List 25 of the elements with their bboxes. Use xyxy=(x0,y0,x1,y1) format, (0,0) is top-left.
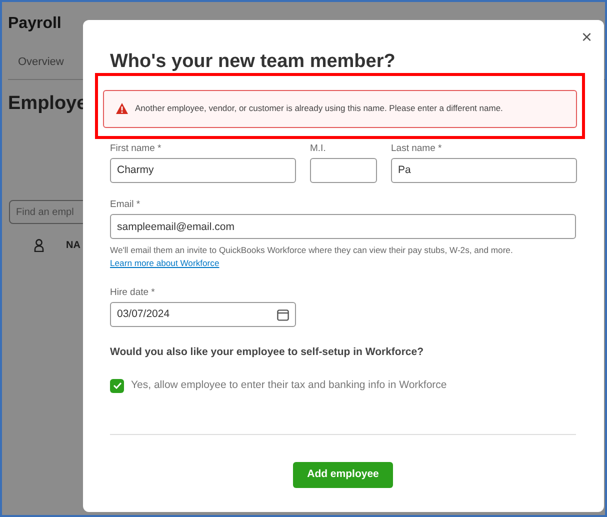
calendar-icon xyxy=(277,308,289,321)
error-message: Another employee, vendor, or customer is already using this name. Please enter a different name. xyxy=(135,102,503,115)
field-label: Last name * xyxy=(391,142,443,156)
column-header: NA xyxy=(66,239,80,253)
email-field[interactable]: sampleemail@email.com xyxy=(110,214,576,239)
checkbox-label: Yes, allow employee to enter their tax and banking info in Workforce xyxy=(131,378,447,393)
check-icon xyxy=(112,382,122,390)
text-field[interactable]: Pa xyxy=(391,158,577,183)
field-label: Email * xyxy=(110,198,142,212)
field-label: First name * xyxy=(110,142,162,156)
text-field[interactable] xyxy=(310,158,377,183)
question-text: Would you also like your employee to self-setup in Workforce? xyxy=(110,345,425,360)
checkbox[interactable] xyxy=(110,378,124,393)
date-field[interactable]: 03/07/2024 xyxy=(110,302,296,328)
text-field[interactable]: Charmy xyxy=(110,158,296,183)
learn-more-link[interactable]: Learn more about Workforce xyxy=(110,256,220,270)
page-heading: Employe xyxy=(8,92,88,116)
field-label: M.I. xyxy=(310,142,327,156)
close-button[interactable]: × xyxy=(581,28,592,46)
field-label: Hire date * xyxy=(110,286,156,300)
warning-icon xyxy=(116,103,128,114)
dialog-title: Who's your new team member? xyxy=(110,50,396,74)
help-text: We'll email them an invite to QuickBooks Workforce where they can view their pay stubs, W-2s, and more. xyxy=(110,244,514,257)
page-title: Payroll xyxy=(8,14,62,34)
person-icon xyxy=(34,239,44,252)
